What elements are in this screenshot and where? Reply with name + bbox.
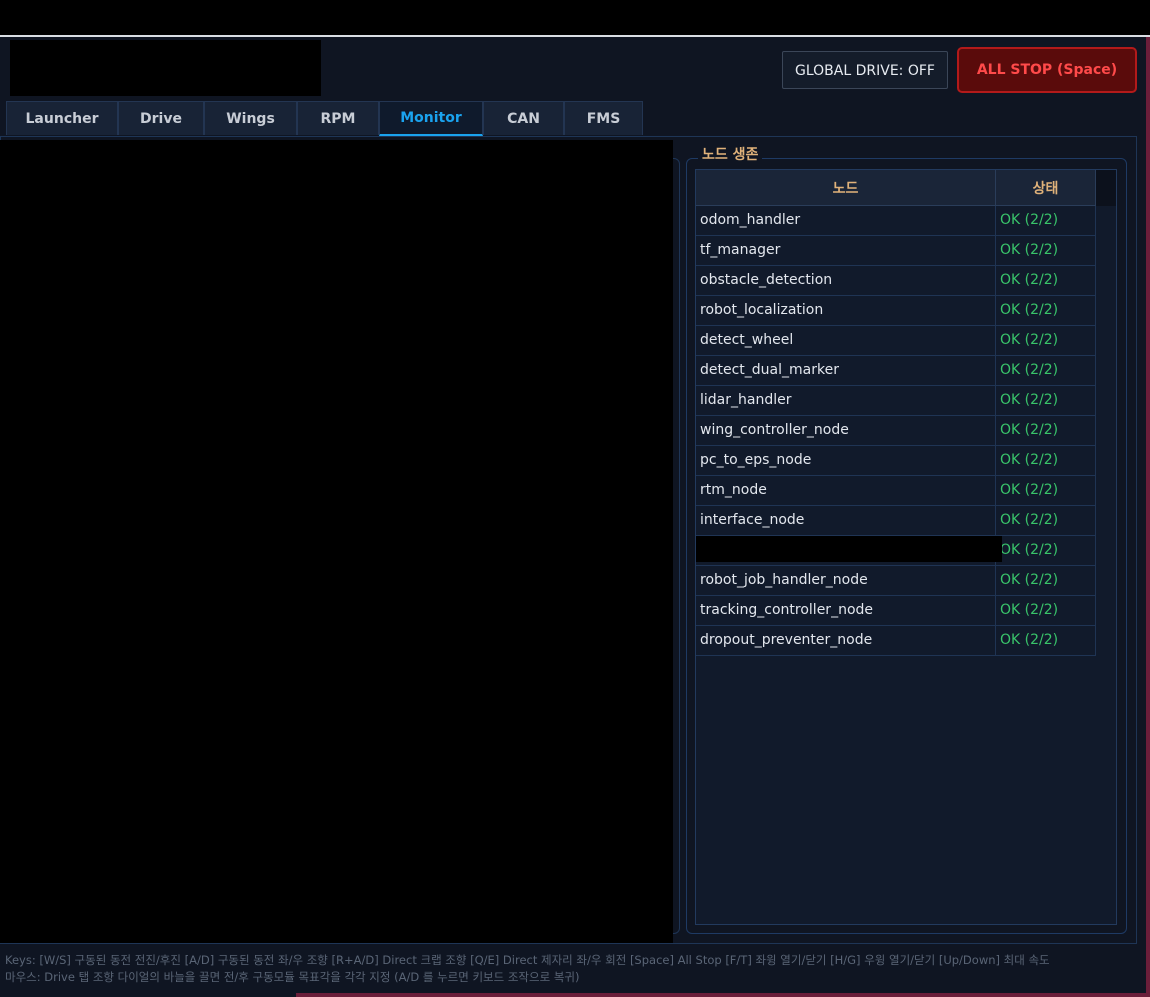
node-name-cell: dropout_preventer_node [696, 626, 996, 656]
table-row[interactable]: lidar_handler OK (2/2) [696, 386, 1096, 416]
table-header: 노드 상태 [696, 170, 1116, 206]
node-state-cell: OK (2/2) [996, 476, 1096, 506]
node-name-cell: tracking_controller_node [696, 596, 996, 626]
help-line-2: 마우스: Drive 탭 조향 다이얼의 바늘을 끌면 전/후 구동모듈 목표각… [5, 970, 580, 984]
node-state-cell: OK (2/2) [996, 326, 1096, 356]
help-keys-2: [Space] All Stop [F/T] 좌윙 열기/닫기 [H/G] 우윙… [629, 953, 1050, 967]
table-row[interactable]: tracking_controller_node OK (2/2) [696, 596, 1096, 626]
table-row[interactable]: detect_wheel OK (2/2) [696, 326, 1096, 356]
node-state-cell: OK (2/2) [996, 206, 1096, 236]
node-state-cell: OK (2/2) [996, 566, 1096, 596]
node-name-cell: detect_dual_marker [696, 356, 996, 386]
node-state-cell: OK (2/2) [996, 506, 1096, 536]
node-name-cell: wing_controller_node [696, 416, 996, 446]
column-header-node[interactable]: 노드 [696, 170, 996, 206]
help-keys: Keys: [W/S] 구동된 동전 전진/후진 [A/D] 구동된 동전 좌/… [5, 953, 630, 967]
redacted-left-panel [0, 140, 673, 943]
node-name-cell: robot_localization [696, 296, 996, 326]
node-name-cell: pc_to_eps_node [696, 446, 996, 476]
all-stop-button[interactable]: ALL STOP (Space) [957, 47, 1137, 93]
table-row[interactable]: odom_handler OK (2/2) [696, 206, 1096, 236]
node-name-cell: obstacle_detection [696, 266, 996, 296]
table-row[interactable]: robot_localization OK (2/2) [696, 296, 1096, 326]
node-name-cell: interface_node [696, 506, 996, 536]
node-name-cell: detect_wheel [696, 326, 996, 356]
node-state-cell: OK (2/2) [996, 356, 1096, 386]
keyboard-help: Keys: [W/S] 구동된 동전 전진/후진 [A/D] 구동된 동전 좌/… [5, 952, 1145, 986]
tab-bar: Launcher Drive Wings RPM Monitor CAN FMS [6, 101, 643, 136]
table-row[interactable]: detect_dual_marker OK (2/2) [696, 356, 1096, 386]
redacted-node-name [696, 536, 1002, 562]
help-line-1: Keys: [W/S] 구동된 동전 전진/후진 [A/D] 구동된 동전 좌/… [5, 952, 1145, 969]
tab-rpm[interactable]: RPM [297, 101, 379, 135]
tab-launcher[interactable]: Launcher [6, 101, 118, 135]
table-row[interactable]: rtm_node OK (2/2) [696, 476, 1096, 506]
node-state-cell: OK (2/2) [996, 596, 1096, 626]
column-header-state[interactable]: 상태 [996, 170, 1096, 206]
node-liveness-title: 노드 생존 [698, 146, 763, 164]
tab-drive[interactable]: Drive [118, 101, 204, 135]
node-state-cell: OK (2/2) [996, 266, 1096, 296]
table-body: odom_handler OK (2/2) tf_manager OK (2/2) ob… [696, 206, 1096, 656]
global-drive-button[interactable]: GLOBAL DRIVE: OFF [782, 51, 948, 89]
table-row[interactable]: obstacle_detection OK (2/2) [696, 266, 1096, 296]
desktop-edge-bottom [296, 993, 1150, 997]
node-state-cell: OK (2/2) [996, 416, 1096, 446]
header-spacer [1096, 170, 1116, 206]
os-top-bar [0, 0, 1150, 35]
node-state-cell: OK (2/2) [996, 236, 1096, 266]
node-name-cell: tf_manager [696, 236, 996, 266]
desktop-edge [1146, 37, 1150, 997]
tab-can[interactable]: CAN [483, 101, 564, 135]
tab-monitor[interactable]: Monitor [379, 101, 483, 136]
table-row[interactable]: robot_job_handler_node OK (2/2) [696, 566, 1096, 596]
node-state-cell: OK (2/2) [996, 296, 1096, 326]
redacted-logo-area [10, 40, 321, 96]
table-row[interactable]: dropout_preventer_node OK (2/2) [696, 626, 1096, 656]
node-state-cell: OK (2/2) [996, 536, 1096, 566]
table-row[interactable]: wing_controller_node OK (2/2) [696, 416, 1096, 446]
tab-fms[interactable]: FMS [564, 101, 643, 135]
table-row[interactable]: pc_to_eps_node OK (2/2) [696, 446, 1096, 476]
node-name-cell: robot_job_handler_node [696, 566, 996, 596]
table-row[interactable]: OK (2/2) [696, 536, 1096, 566]
node-status-table[interactable]: 노드 상태 odom_handler OK (2/2) tf_manager OK (… [695, 169, 1117, 925]
table-row[interactable]: interface_node OK (2/2) [696, 506, 1096, 536]
node-name-cell: rtm_node [696, 476, 996, 506]
node-name-cell: odom_handler [696, 206, 996, 236]
table-row[interactable]: tf_manager OK (2/2) [696, 236, 1096, 266]
node-state-cell: OK (2/2) [996, 626, 1096, 656]
node-state-cell: OK (2/2) [996, 386, 1096, 416]
node-state-cell: OK (2/2) [996, 446, 1096, 476]
node-name-cell: lidar_handler [696, 386, 996, 416]
tab-wings[interactable]: Wings [204, 101, 297, 135]
